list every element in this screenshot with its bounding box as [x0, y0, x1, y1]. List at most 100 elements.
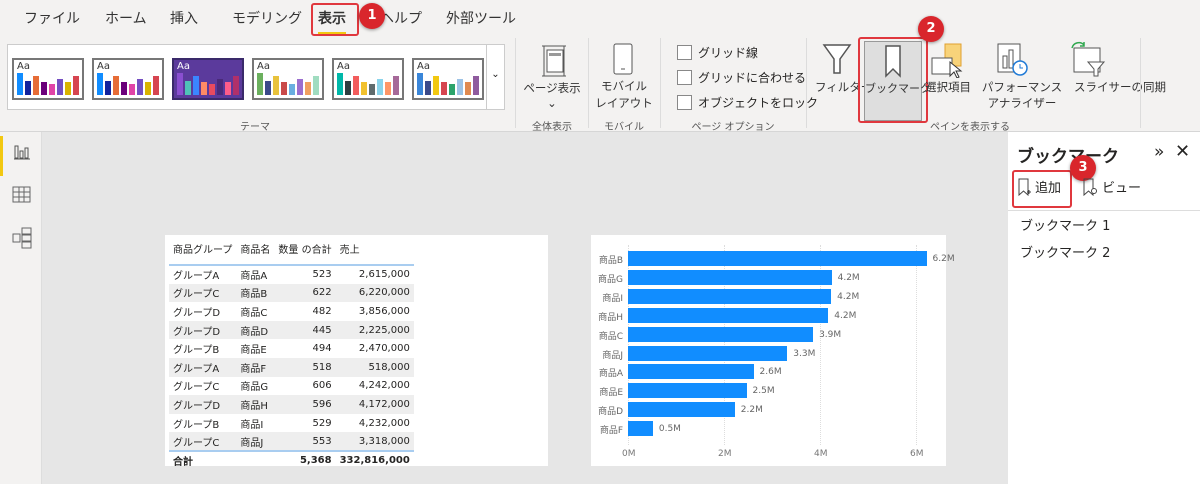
- x-tick-label: 6M: [910, 449, 924, 459]
- tab-insert[interactable]: 挿入: [170, 8, 198, 28]
- theme-option[interactable]: Aa: [252, 58, 324, 100]
- model-view-icon[interactable]: [11, 227, 33, 249]
- theme-sample-text: Aa: [97, 61, 110, 72]
- tab-home[interactable]: ホーム: [105, 8, 147, 28]
- bar[interactable]: [628, 402, 735, 418]
- table-row[interactable]: グループA 商品A 523 2,615,000: [169, 265, 414, 284]
- bookmark-item-2[interactable]: ブックマーク 2: [1020, 242, 1110, 261]
- bar[interactable]: [628, 421, 653, 437]
- tab-file[interactable]: ファイル: [24, 8, 80, 28]
- data-label: 4.2M: [834, 310, 857, 321]
- table-row[interactable]: グループB 商品E 494 2,470,000: [169, 339, 414, 358]
- snap-to-grid-checkbox[interactable]: グリッドに合わせる: [677, 69, 806, 86]
- data-label: 2.5M: [752, 386, 775, 397]
- theme-option[interactable]: Aa: [12, 58, 84, 100]
- theme-swatch: [17, 73, 23, 95]
- table-cell: 商品G: [240, 382, 269, 394]
- view-icon: [1083, 178, 1097, 196]
- theme-option[interactable]: Aa: [332, 58, 404, 100]
- close-icon[interactable]: ✕: [1175, 141, 1190, 162]
- header-sales[interactable]: 売上: [336, 237, 414, 265]
- theme-swatch: [57, 79, 63, 95]
- bar[interactable]: [628, 307, 829, 323]
- bar[interactable]: [628, 269, 832, 285]
- table-cell: グループC: [173, 382, 220, 394]
- table-row[interactable]: グループD 商品H 596 4,172,000: [169, 395, 414, 414]
- table-visual[interactable]: 商品グループ 商品名 数量 の合計 売上 グループA 商品A 523 2,615,00…: [165, 235, 548, 470]
- theme-swatch: [337, 73, 343, 95]
- report-view-icon[interactable]: [13, 144, 31, 160]
- theme-swatch: [465, 82, 471, 95]
- theme-swatch: [273, 76, 279, 95]
- bar[interactable]: [628, 288, 832, 304]
- theme-swatch: [449, 84, 455, 95]
- x-tick-label: 4M: [814, 449, 828, 459]
- theme-swatch: [433, 76, 439, 95]
- table-cell: 4,242,000: [358, 380, 410, 392]
- table-row[interactable]: グループA 商品F 518 518,000: [169, 357, 414, 377]
- theme-sample-text: Aa: [17, 61, 30, 72]
- table-row[interactable]: グループD 商品D 445 2,225,000: [169, 320, 414, 340]
- table-row[interactable]: グループC 商品B 622 6,220,000: [169, 283, 414, 303]
- view-bookmarks-button[interactable]: ビュー: [1082, 177, 1141, 196]
- bar[interactable]: [628, 251, 927, 266]
- total-cell: 332,816,000: [335, 449, 414, 470]
- theme-swatch: [305, 82, 311, 95]
- x-tick-label: 2M: [718, 449, 732, 459]
- theme-option[interactable]: Aa: [172, 58, 244, 100]
- bar[interactable]: [628, 383, 747, 399]
- table-row[interactable]: グループC 商品J 553 3,318,000: [169, 432, 414, 451]
- table-cell: 商品C: [240, 307, 268, 319]
- table-cell: 6,220,000: [335, 283, 414, 303]
- theme-swatch: [441, 82, 447, 95]
- performance-icon: [997, 43, 1028, 76]
- table-cell: 商品A: [240, 271, 268, 283]
- tab-modeling[interactable]: モデリング: [232, 8, 302, 28]
- header-group[interactable]: 商品グループ: [169, 237, 236, 265]
- header-qty[interactable]: 数量 の合計: [274, 237, 335, 265]
- category-label: 商品E: [599, 388, 623, 399]
- bar[interactable]: [628, 326, 814, 342]
- highlight-view-tab: [311, 3, 359, 36]
- lock-objects-checkbox[interactable]: オブジェクトをロック: [677, 94, 818, 111]
- collapse-pane-icon[interactable]: »: [1154, 142, 1164, 162]
- data-view-icon[interactable]: [12, 186, 31, 203]
- sync-slicers-label: スライサーの同期: [1074, 80, 1166, 94]
- theme-gallery-expand-button[interactable]: ⌄: [486, 45, 504, 109]
- theme-swatch: [289, 84, 295, 95]
- theme-swatch: [297, 79, 303, 95]
- bar[interactable]: [628, 345, 788, 361]
- gridlines-checkbox[interactable]: グリッド線: [677, 44, 758, 61]
- theme-swatch: [217, 79, 223, 95]
- theme-swatch: [225, 82, 231, 95]
- category-label: 商品B: [598, 256, 623, 266]
- table-cell: グループD: [169, 320, 237, 340]
- theme-sample-text: Aa: [257, 61, 270, 72]
- theme-swatch: [105, 81, 111, 95]
- theme-swatch: [265, 81, 271, 95]
- data-label: 4.2M: [837, 272, 860, 283]
- pane-title: ブックマーク: [1017, 147, 1119, 167]
- highlight-add-button: [1012, 170, 1072, 208]
- bar-chart-visual[interactable]: 0M 2M 4M 6M 商品B 6.2M 商品G 4.2M 商品I 4.2M 商品H 4.2M 商品C 3…: [591, 235, 955, 466]
- theme-option[interactable]: Aa: [412, 58, 484, 100]
- theme-swatch: [49, 84, 55, 95]
- theme-swatch: [377, 79, 383, 95]
- table-row[interactable]: グループC 商品G 606 4,242,000: [169, 377, 414, 396]
- bar[interactable]: [628, 364, 754, 380]
- table-row[interactable]: グループD 商品C 482 3,856,000: [169, 302, 414, 321]
- theme-swatch: [41, 82, 47, 95]
- theme-swatch: [73, 76, 79, 95]
- table-cell: 商品J: [236, 432, 275, 451]
- theme-swatch: [233, 76, 239, 95]
- header-product[interactable]: 商品名: [236, 237, 274, 265]
- tab-help[interactable]: ヘルプ: [380, 8, 422, 28]
- theme-swatch: [281, 82, 287, 95]
- chevron-down-icon: ⌄: [547, 96, 557, 110]
- mobile-group-label: モバイル: [604, 122, 644, 133]
- bookmark-item-1[interactable]: ブックマーク 1: [1020, 215, 1110, 234]
- table-row[interactable]: グループB 商品I 529 4,232,000: [169, 414, 414, 433]
- theme-option[interactable]: Aa: [92, 58, 164, 100]
- tab-external-tools[interactable]: 外部ツール: [446, 8, 516, 28]
- x-tick-label: 0M: [622, 449, 636, 459]
